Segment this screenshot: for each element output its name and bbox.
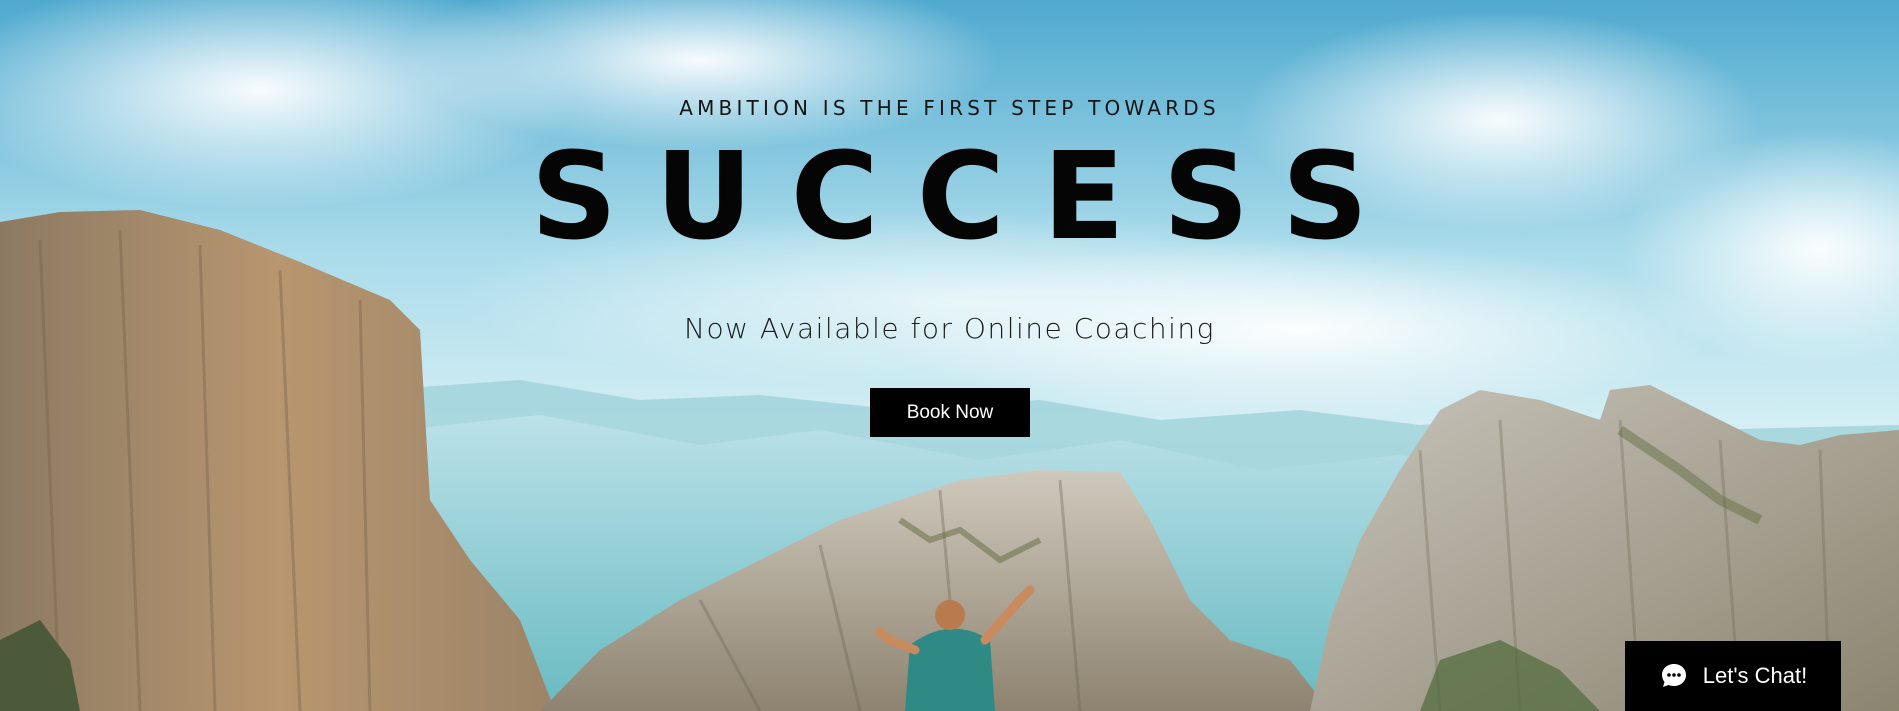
lets-chat-button[interactable]: Let's Chat!	[1625, 641, 1841, 711]
chat-bubble-icon	[1659, 661, 1689, 691]
hero-headline: SUCCESS	[530, 128, 1407, 267]
hero-banner: AMBITION IS THE FIRST STEP TOWARDS SUCCE…	[0, 0, 1899, 711]
lets-chat-label: Let's Chat!	[1702, 663, 1808, 688]
book-now-button[interactable]: Book Now	[870, 388, 1030, 437]
hero-tagline: AMBITION IS THE FIRST STEP TOWARDS	[679, 96, 1220, 120]
hero-subline: Now Available for Online Coaching	[684, 312, 1215, 345]
